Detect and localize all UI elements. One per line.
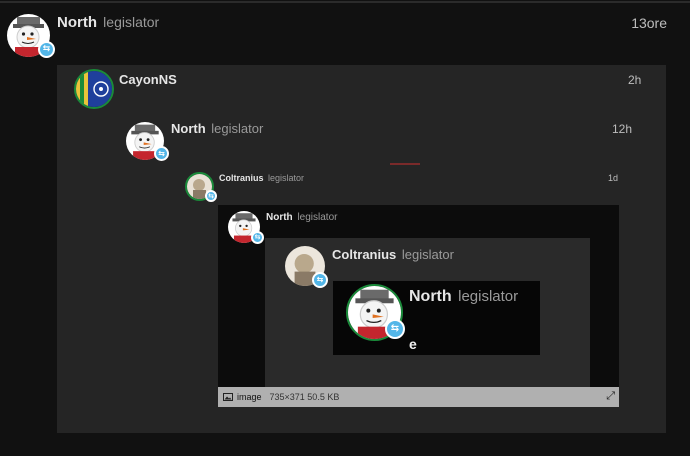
avatar: ⇆ (346, 284, 405, 341)
switch-arrows-icon: ⇆ (38, 41, 55, 58)
divider (390, 163, 420, 165)
image-meta-bar: image 735×371 50.5 KB ⤢ (218, 387, 619, 407)
switch-arrows-icon: ⇆ (251, 231, 264, 244)
avatar[interactable]: ⇆ (185, 172, 217, 202)
top-divider (0, 1, 690, 3)
image-icon (223, 393, 233, 401)
post-time[interactable]: 1d (608, 173, 618, 183)
user-title: legislator (458, 288, 519, 305)
username[interactable]: North (57, 14, 97, 31)
post-time[interactable]: 13ore (631, 15, 667, 31)
image-label: image (237, 392, 262, 402)
avatar[interactable] (74, 69, 114, 109)
user-title: legislator (401, 247, 454, 262)
user-title: legislator (211, 121, 264, 136)
user-title: legislator (268, 173, 305, 183)
username[interactable]: Coltranius (219, 173, 264, 183)
post-time[interactable]: 2h (628, 73, 641, 87)
post-time[interactable]: 12h (612, 122, 632, 136)
avatar: ⇆ (228, 211, 264, 244)
switch-arrows-icon: ⇆ (312, 272, 328, 288)
flag-avatar-icon (76, 71, 112, 107)
avatar: ⇆ (285, 246, 328, 288)
switch-arrows-icon: ⇆ (205, 190, 217, 202)
user-title: legislator (103, 14, 160, 30)
user-title: legislator (297, 212, 338, 223)
username: Coltranius (332, 247, 397, 262)
image-dimensions: 735×371 50.5 KB (269, 392, 340, 402)
expand-icon[interactable]: ⤢ (606, 390, 615, 403)
username[interactable]: CayonNS (119, 72, 177, 87)
avatar[interactable]: ⇆ (7, 14, 55, 58)
avatar[interactable]: ⇆ (126, 122, 169, 161)
username[interactable]: North (171, 121, 206, 136)
username: North (266, 212, 293, 223)
switch-arrows-icon: ⇆ (385, 319, 405, 339)
username: North (409, 288, 452, 305)
post-body: e (409, 336, 417, 352)
switch-arrows-icon: ⇆ (154, 146, 169, 161)
